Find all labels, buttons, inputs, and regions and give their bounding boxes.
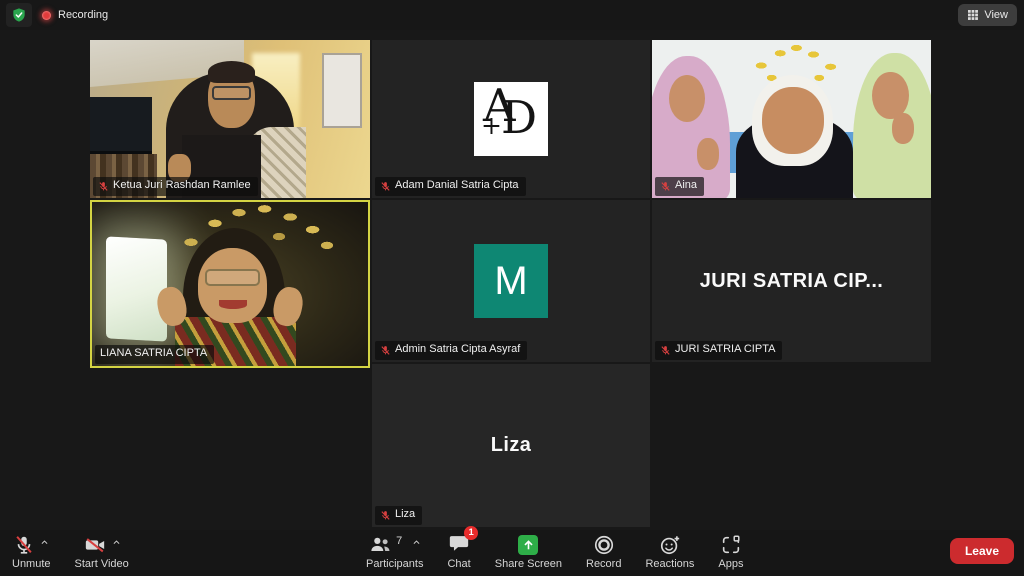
share-screen-button[interactable]: Share Screen xyxy=(495,533,562,570)
chevron-up-icon[interactable] xyxy=(112,538,121,547)
face xyxy=(198,248,267,323)
unmute-label: Unmute xyxy=(12,558,51,570)
avatar-letter: M xyxy=(494,259,527,304)
view-button-label: View xyxy=(984,9,1008,21)
name-tag: Admin Satria Cipta Asyraf xyxy=(375,341,527,360)
monogram-plus: + xyxy=(481,113,502,138)
muted-mic-icon xyxy=(380,181,391,192)
video-tile-liana-active-speaker[interactable]: LIANA SATRIA CIPTA xyxy=(90,200,370,368)
reactions-icon xyxy=(659,534,681,556)
center-person-face xyxy=(762,87,823,153)
picture-frame xyxy=(322,53,361,129)
video-tile-juri[interactable]: JURI SATRIA CIP... JURI SATRIA CIPTA xyxy=(652,200,931,362)
recording-indicator[interactable]: Recording xyxy=(42,9,108,21)
participants-label: Participants xyxy=(366,558,423,570)
zoom-meeting-window: Recording View Ketua Juri Rashdan Ramlee… xyxy=(0,0,1024,576)
chat-button[interactable]: 1 Chat xyxy=(447,533,470,570)
recording-dot-icon xyxy=(42,11,51,20)
peace-sign-hand-right xyxy=(892,113,914,145)
participant-name: Admin Satria Cipta Asyraf xyxy=(395,343,520,357)
participant-name: JURI SATRIA CIPTA xyxy=(675,343,775,357)
toolbar-left-group: Unmute Start Video xyxy=(12,533,129,570)
apps-label: Apps xyxy=(718,558,743,570)
participant-name: Liza xyxy=(395,508,415,522)
start-video-button[interactable]: Start Video xyxy=(75,533,129,570)
grid-icon xyxy=(967,9,979,21)
security-button[interactable] xyxy=(6,3,32,27)
tile-display-name: JURI SATRIA CIP... xyxy=(652,200,931,362)
mic-slash-icon xyxy=(13,534,35,556)
reactions-label: Reactions xyxy=(645,558,694,570)
leave-button[interactable]: Leave xyxy=(950,538,1014,564)
tv-screen xyxy=(90,97,152,155)
participants-button[interactable]: 7 Participants xyxy=(366,533,423,570)
participants-count: 7 xyxy=(396,535,402,547)
right-person-face xyxy=(872,72,908,119)
record-icon xyxy=(593,534,615,556)
camera-slash-icon xyxy=(83,534,107,556)
top-bar: Recording View xyxy=(0,0,1024,30)
name-tag: LIANA SATRIA CIPTA xyxy=(95,345,214,364)
hair xyxy=(208,61,256,83)
name-tag: Aina xyxy=(655,177,704,196)
participant-name: LIANA SATRIA CIPTA xyxy=(100,347,207,361)
chat-label: Chat xyxy=(447,558,470,570)
participant-name: Adam Danial Satria Cipta xyxy=(395,179,519,193)
participant-name: Ketua Juri Rashdan Ramlee xyxy=(113,179,251,193)
muted-mic-icon xyxy=(380,510,391,521)
smile xyxy=(219,300,247,308)
share-screen-icon xyxy=(518,535,538,555)
video-tile-liza[interactable]: Liza Liza xyxy=(372,364,650,527)
muted-mic-icon xyxy=(380,345,391,356)
chat-unread-badge: 1 xyxy=(464,526,478,540)
glasses xyxy=(212,86,251,100)
peace-sign-hand-left xyxy=(697,138,719,170)
monogram-letter-d: D xyxy=(501,95,537,140)
name-tag: JURI SATRIA CIPTA xyxy=(655,341,782,360)
muted-mic-icon xyxy=(98,181,109,192)
video-tile-admin[interactable]: M Admin Satria Cipta Asyraf xyxy=(372,200,650,362)
muted-mic-icon xyxy=(660,181,671,192)
toolbar-center-group: 7 Participants 1 Chat xyxy=(366,533,743,570)
start-video-label: Start Video xyxy=(75,558,129,570)
reactions-button[interactable]: Reactions xyxy=(645,533,694,570)
video-tile-adam[interactable]: A + D Adam Danial Satria Cipta xyxy=(372,40,650,198)
meeting-toolbar: Unmute Start Video 7 Participants xyxy=(0,530,1024,576)
avatar-monogram: A + D xyxy=(474,82,548,156)
name-tag: Liza xyxy=(375,506,422,525)
participant-name: Aina xyxy=(675,179,697,193)
record-button[interactable]: Record xyxy=(586,533,621,570)
name-tag: Ketua Juri Rashdan Ramlee xyxy=(93,177,258,196)
avatar-initial: M xyxy=(474,244,548,318)
participants-icon xyxy=(368,534,394,556)
chevron-up-icon[interactable] xyxy=(40,538,49,547)
name-tag: Adam Danial Satria Cipta xyxy=(375,177,526,196)
recording-label: Recording xyxy=(58,9,108,21)
glowing-lantern xyxy=(106,236,167,341)
apps-icon xyxy=(720,534,742,556)
apps-button[interactable]: Apps xyxy=(718,533,743,570)
muted-mic-icon xyxy=(660,345,671,356)
share-screen-label: Share Screen xyxy=(495,558,562,570)
video-tile-rashdan[interactable]: Ketua Juri Rashdan Ramlee xyxy=(90,40,370,198)
unmute-button[interactable]: Unmute xyxy=(12,533,51,570)
record-label: Record xyxy=(586,558,621,570)
left-person-face xyxy=(669,75,705,122)
video-tile-aina[interactable]: Aina xyxy=(652,40,931,198)
view-button[interactable]: View xyxy=(958,4,1017,26)
tile-display-name: Liza xyxy=(372,364,650,527)
shield-check-icon xyxy=(11,7,27,23)
chevron-up-icon[interactable] xyxy=(412,538,421,547)
glasses xyxy=(205,269,260,285)
